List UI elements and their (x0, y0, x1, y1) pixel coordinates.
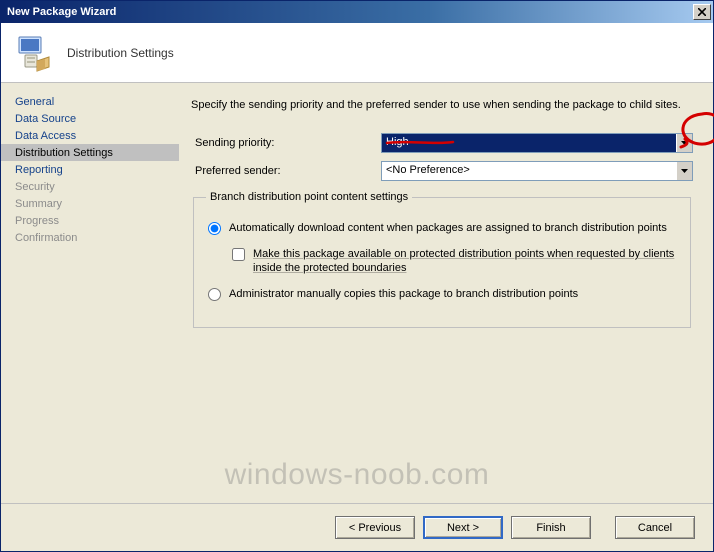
manual-copy-label: Administrator manually copies this packa… (229, 287, 578, 301)
wizard-window: New Package Wizard Distribution Settings (0, 0, 714, 552)
wizard-sidebar: General Data Source Data Access Distribu… (1, 83, 179, 503)
radio-auto-row: Automatically download content when pack… (206, 221, 678, 235)
sidebar-item-reporting[interactable]: Reporting (1, 161, 179, 178)
chevron-down-icon (681, 169, 688, 173)
sending-priority-select[interactable]: High (381, 133, 693, 153)
radio-manual-row: Administrator manually copies this packa… (206, 287, 678, 301)
content-area: Specify the sending priority and the pre… (179, 83, 713, 503)
sidebar-item-distribution-settings[interactable]: Distribution Settings (1, 144, 179, 161)
next-button[interactable]: Next > (423, 516, 503, 539)
sidebar-item-summary[interactable]: Summary (1, 195, 179, 212)
auto-download-radio[interactable] (208, 222, 221, 235)
sidebar-item-general[interactable]: General (1, 93, 179, 110)
sidebar-item-security[interactable]: Security (1, 178, 179, 195)
sending-priority-dropdown-button[interactable] (676, 134, 692, 152)
manual-copy-radio[interactable] (208, 288, 221, 301)
wizard-body: General Data Source Data Access Distribu… (1, 83, 713, 503)
sidebar-item-progress[interactable]: Progress (1, 212, 179, 229)
sidebar-item-confirmation[interactable]: Confirmation (1, 229, 179, 246)
sending-priority-row: Sending priority: High (191, 133, 693, 153)
sidebar-item-data-source[interactable]: Data Source (1, 110, 179, 127)
preferred-sender-row: Preferred sender: <No Preference> (191, 161, 693, 181)
preferred-sender-value: <No Preference> (382, 162, 676, 180)
close-icon (698, 8, 706, 16)
sending-priority-value: High (382, 134, 676, 152)
window-title: New Package Wizard (7, 6, 693, 18)
previous-button[interactable]: < Previous (335, 516, 415, 539)
finish-button[interactable]: Finish (511, 516, 591, 539)
preferred-sender-select[interactable]: <No Preference> (381, 161, 693, 181)
page-title: Distribution Settings (67, 46, 174, 60)
close-button[interactable] (693, 4, 711, 20)
protected-label: Make this package available on protected… (253, 247, 678, 275)
titlebar: New Package Wizard (1, 1, 713, 23)
preferred-sender-label: Preferred sender: (191, 165, 381, 177)
wizard-header: Distribution Settings (1, 23, 713, 83)
wizard-footer: < Previous Next > Finish Cancel (1, 503, 713, 551)
group-legend: Branch distribution point content settin… (206, 191, 412, 203)
preferred-sender-dropdown-button[interactable] (676, 162, 692, 180)
instruction-text: Specify the sending priority and the pre… (191, 99, 693, 111)
auto-download-label: Automatically download content when pack… (229, 221, 667, 235)
sending-priority-label: Sending priority: (191, 137, 381, 149)
sidebar-item-data-access[interactable]: Data Access (1, 127, 179, 144)
protected-checkbox[interactable] (232, 248, 245, 261)
protected-check-row: Make this package available on protected… (230, 247, 678, 275)
cancel-button[interactable]: Cancel (615, 516, 695, 539)
package-computer-icon (13, 33, 53, 73)
branch-distribution-group: Branch distribution point content settin… (193, 191, 691, 328)
chevron-down-icon (681, 141, 688, 145)
